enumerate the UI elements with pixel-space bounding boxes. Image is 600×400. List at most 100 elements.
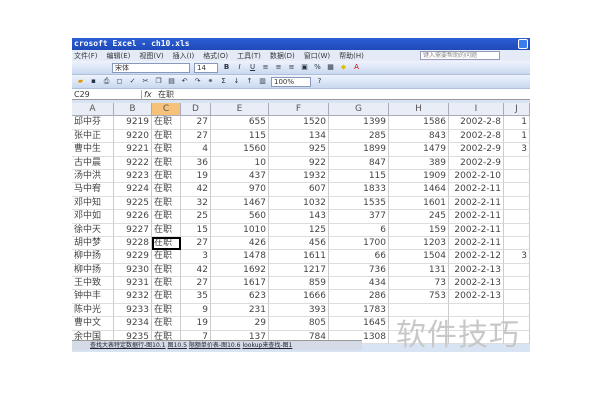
- cell[interactable]: 在职: [152, 116, 181, 130]
- cell[interactable]: 在职: [152, 317, 181, 331]
- name-box[interactable]: C29: [72, 89, 142, 99]
- cell[interactable]: 925: [269, 143, 329, 157]
- cell[interactable]: 2002-2-11: [449, 223, 504, 237]
- column-header[interactable]: I: [449, 103, 504, 117]
- cell[interactable]: 曹中生: [72, 143, 114, 157]
- cell[interactable]: 胡中梦: [72, 236, 114, 251]
- hyperlink-icon[interactable]: ⚭: [206, 77, 215, 86]
- cell[interactable]: 1: [504, 129, 530, 144]
- cell[interactable]: 1467: [211, 196, 269, 211]
- cell[interactable]: 1932: [269, 169, 329, 184]
- cell[interactable]: 1217: [269, 263, 329, 278]
- column-header[interactable]: F: [269, 103, 329, 117]
- cell[interactable]: 钟中丰: [72, 290, 114, 304]
- cell[interactable]: 9228: [114, 236, 152, 251]
- cell[interactable]: 607: [269, 183, 329, 197]
- cell[interactable]: 在职: [152, 223, 181, 237]
- cell[interactable]: 9232: [114, 290, 152, 304]
- borders-icon[interactable]: ▦: [326, 63, 335, 72]
- font-size-select[interactable]: 14: [194, 62, 218, 73]
- cell[interactable]: 1032: [269, 196, 329, 211]
- menu-item[interactable]: 帮助(H): [339, 51, 364, 61]
- cell[interactable]: 27: [181, 277, 211, 291]
- cell[interactable]: 2002-2-8: [449, 116, 504, 130]
- cell[interactable]: 2002-2-9: [449, 143, 504, 157]
- cell[interactable]: 1700: [329, 236, 389, 251]
- cell[interactable]: [504, 236, 530, 251]
- cell[interactable]: 2002-2-11: [449, 196, 504, 211]
- cell[interactable]: 曹中文: [72, 317, 114, 331]
- cell[interactable]: 在职: [152, 236, 181, 251]
- cell[interactable]: 437: [211, 169, 269, 184]
- underline-icon[interactable]: U: [248, 63, 257, 72]
- minimize-button[interactable]: [518, 39, 528, 49]
- cell[interactable]: [504, 210, 530, 224]
- cell[interactable]: 2002-2-12: [449, 250, 504, 264]
- cell[interactable]: 9219: [114, 116, 152, 130]
- paste-icon[interactable]: ▤: [167, 77, 176, 86]
- cell[interactable]: [504, 263, 530, 278]
- cell[interactable]: 9233: [114, 303, 152, 318]
- cell[interactable]: 1478: [211, 250, 269, 264]
- cell[interactable]: 10: [211, 156, 269, 170]
- cell[interactable]: 1666: [269, 290, 329, 304]
- cell[interactable]: 在职: [152, 196, 181, 211]
- column-header[interactable]: H: [389, 103, 449, 117]
- sort-desc-icon[interactable]: ↑: [245, 77, 254, 86]
- cell[interactable]: 125: [269, 223, 329, 237]
- column-header[interactable]: A: [72, 103, 114, 117]
- cell[interactable]: 在职: [152, 183, 181, 197]
- cell[interactable]: 在职: [152, 250, 181, 264]
- cell[interactable]: 27: [181, 236, 211, 251]
- cell[interactable]: 9224: [114, 183, 152, 197]
- cell[interactable]: 27: [181, 116, 211, 130]
- cell[interactable]: 805: [269, 317, 329, 331]
- cell[interactable]: 847: [329, 156, 389, 170]
- cell[interactable]: 29: [211, 317, 269, 331]
- percent-icon[interactable]: %: [313, 63, 322, 72]
- print-icon[interactable]: ⎙: [102, 77, 111, 86]
- cell[interactable]: 2002-2-9: [449, 156, 504, 170]
- bold-icon[interactable]: B: [222, 63, 231, 72]
- cell[interactable]: 在职: [152, 303, 181, 318]
- cell[interactable]: 736: [329, 263, 389, 278]
- cell[interactable]: 在职: [152, 277, 181, 291]
- cell[interactable]: 汤中洪: [72, 169, 114, 184]
- cell[interactable]: 426: [211, 236, 269, 251]
- sort-asc-icon[interactable]: ↓: [232, 77, 241, 86]
- cell[interactable]: 393: [269, 303, 329, 318]
- font-color-icon[interactable]: A: [352, 63, 361, 72]
- cell[interactable]: 邱中芬: [72, 116, 114, 130]
- sheet-tab[interactable]: 查找大表特定数据行-图10.1: [90, 342, 166, 349]
- zoom-select[interactable]: 100%: [271, 76, 311, 87]
- cell[interactable]: 1783: [329, 303, 389, 318]
- sheet-tab[interactable]: lookup来查找-图1: [242, 342, 292, 349]
- cell[interactable]: 1645: [329, 317, 389, 331]
- align-right-icon[interactable]: ≡: [287, 63, 296, 72]
- cell[interactable]: 245: [389, 210, 449, 224]
- cell[interactable]: 134: [269, 129, 329, 144]
- cell[interactable]: 柳中扬: [72, 250, 114, 264]
- undo-icon[interactable]: ↶: [180, 77, 189, 86]
- sheet-tab[interactable]: 限额单价表-图10.6: [189, 342, 241, 349]
- cell[interactable]: 231: [211, 303, 269, 318]
- cell[interactable]: 4: [181, 143, 211, 157]
- menu-item[interactable]: 编辑(E): [107, 51, 131, 61]
- cell[interactable]: 35: [181, 290, 211, 304]
- cell[interactable]: 389: [389, 156, 449, 170]
- cell[interactable]: 434: [329, 277, 389, 291]
- cell[interactable]: 邓中如: [72, 210, 114, 224]
- formula-input[interactable]: 在职: [154, 89, 174, 100]
- fx-icon[interactable]: fx: [142, 90, 154, 99]
- save-icon[interactable]: ▪: [89, 77, 98, 86]
- cell[interactable]: 19: [181, 317, 211, 331]
- cell[interactable]: 1560: [211, 143, 269, 157]
- cell[interactable]: 2002-2-10: [449, 169, 504, 184]
- cell[interactable]: 843: [389, 129, 449, 144]
- cell[interactable]: 3: [504, 143, 530, 157]
- menu-item[interactable]: 窗口(W): [304, 51, 330, 61]
- cell[interactable]: 6: [329, 223, 389, 237]
- column-header[interactable]: G: [329, 103, 389, 117]
- cell[interactable]: 1399: [329, 116, 389, 130]
- cell[interactable]: [504, 156, 530, 170]
